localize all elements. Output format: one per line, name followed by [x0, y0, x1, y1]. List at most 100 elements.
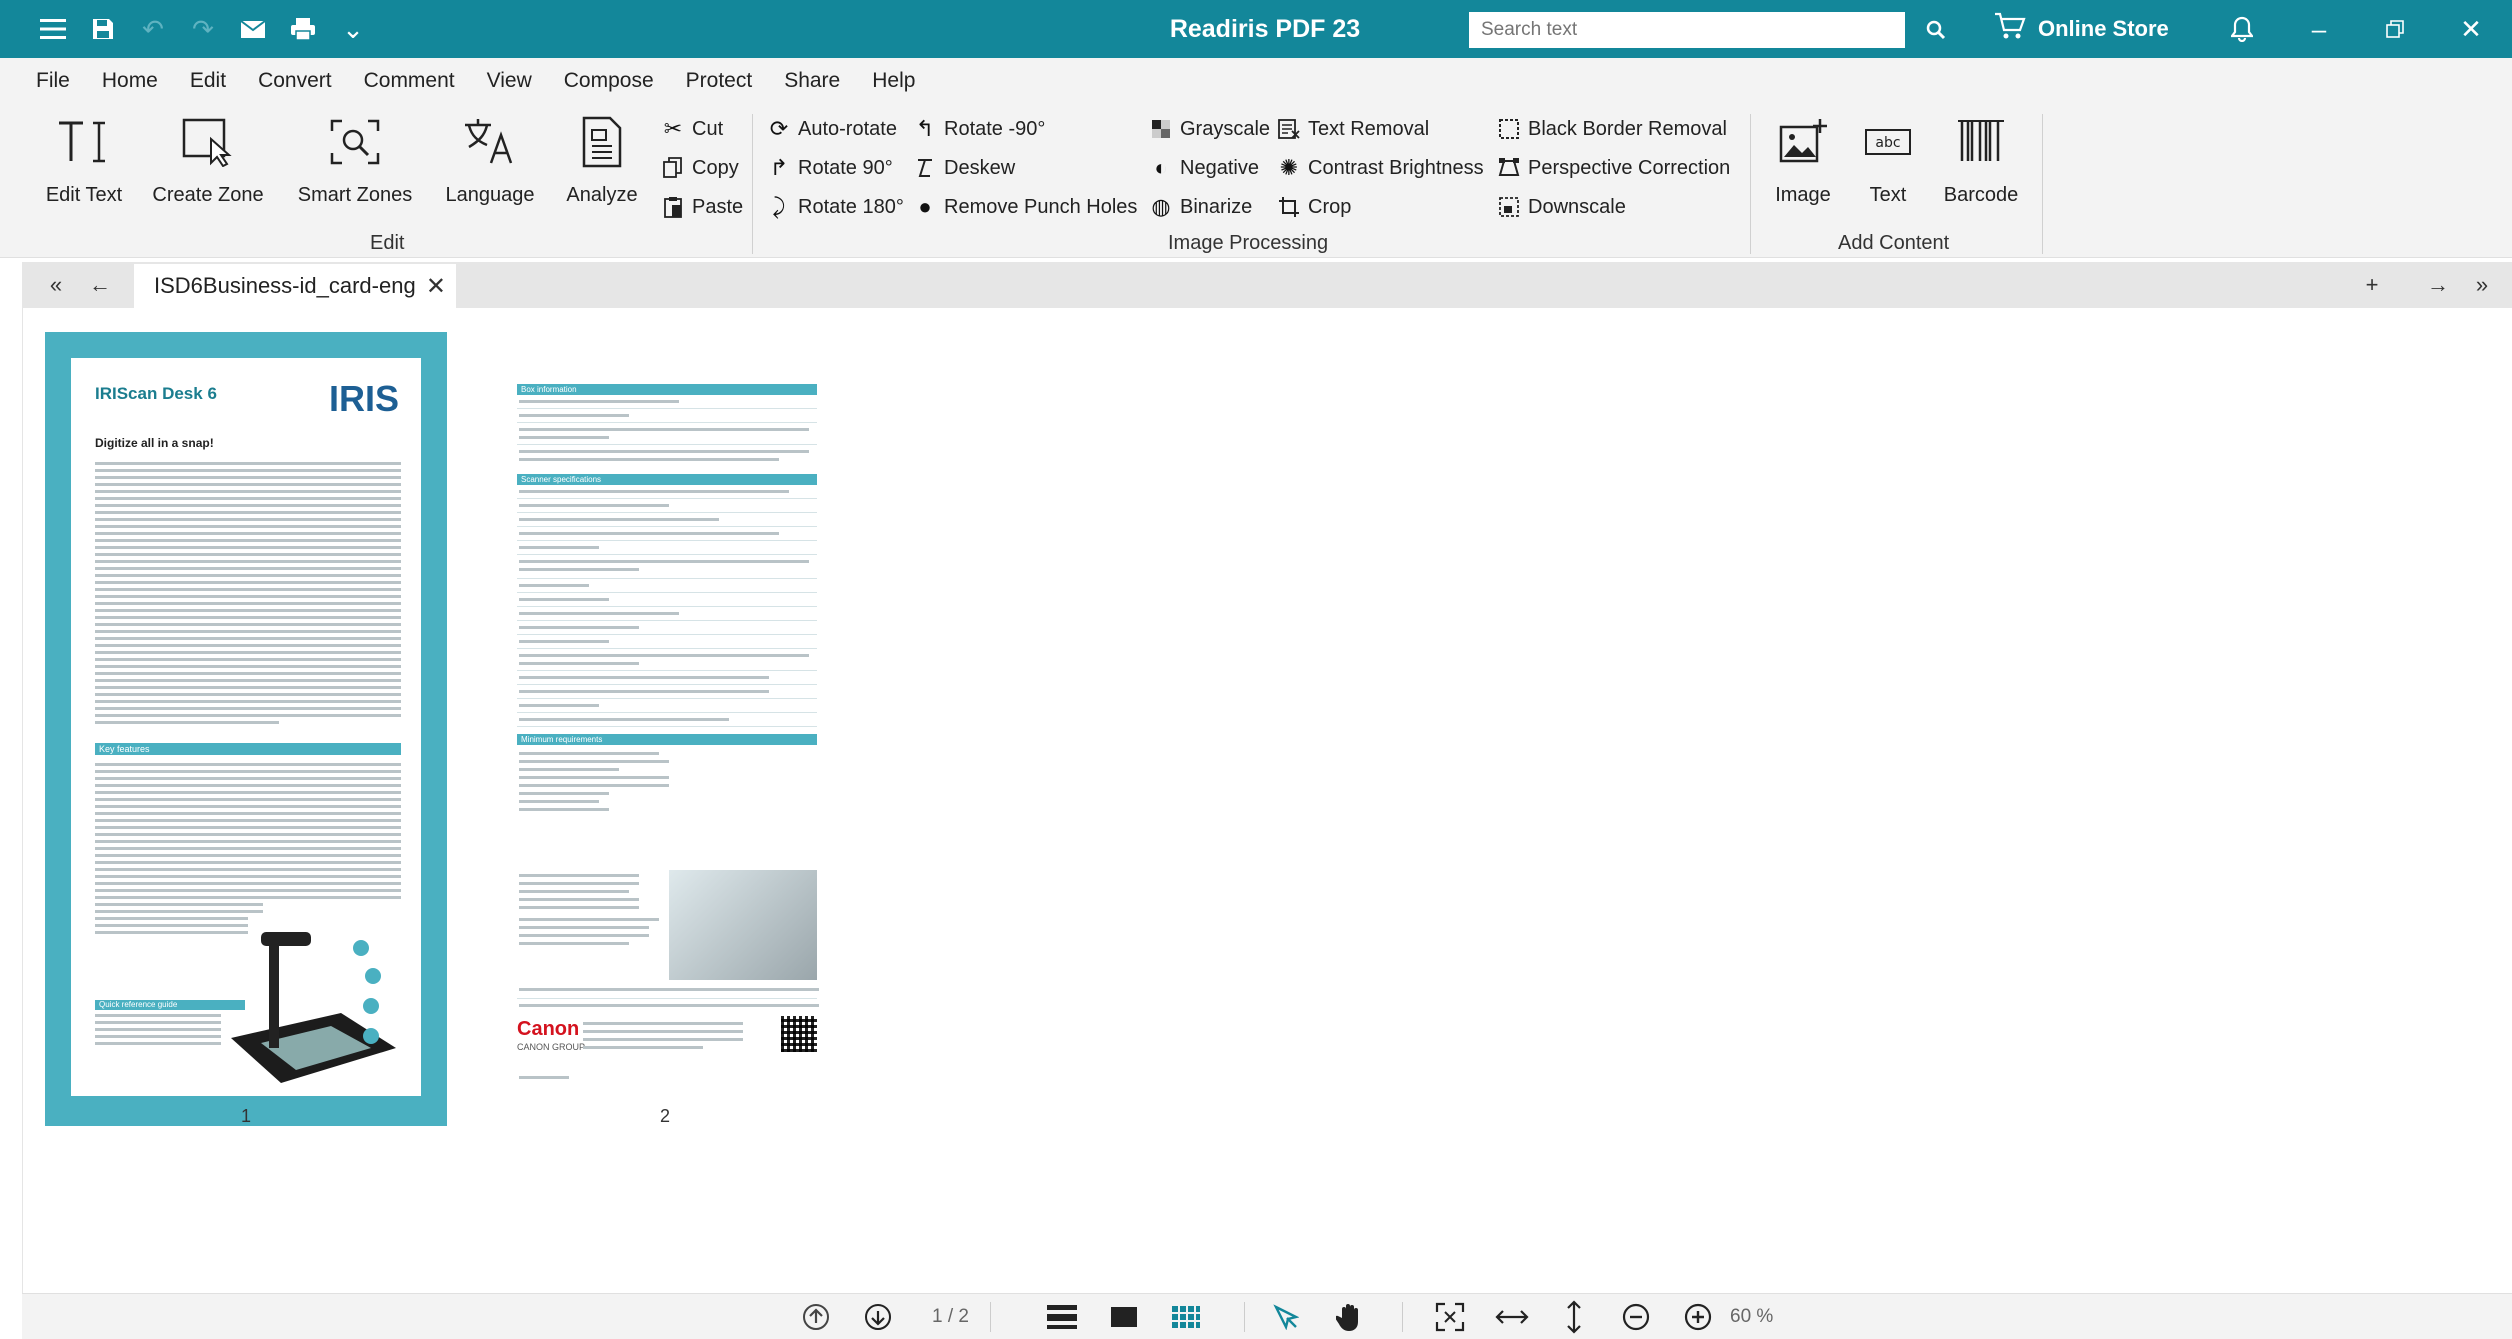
page-indicator[interactable]: 1 / 2 — [932, 1294, 969, 1339]
fit-page-icon[interactable] — [1428, 1294, 1472, 1339]
menu-comment[interactable]: Comment — [364, 69, 455, 93]
downscale-button[interactable]: Downscale — [1496, 190, 1626, 224]
first-tab-icon[interactable]: « — [36, 262, 76, 308]
crop-icon — [1276, 194, 1302, 220]
contrast-icon: ✺ — [1279, 155, 1299, 180]
hamburger-menu-icon[interactable] — [28, 0, 78, 58]
previous-page-icon[interactable] — [794, 1294, 838, 1339]
downscale-label: Downscale — [1528, 195, 1626, 218]
rotate-180-button[interactable]: ⤸ Rotate 180° — [766, 190, 903, 224]
black-border-removal-label: Black Border Removal — [1528, 117, 1727, 140]
text-removal-icon — [1276, 116, 1302, 142]
contrast-brightness-button[interactable]: ✺ Contrast Brightness — [1276, 151, 1484, 185]
next-tab-icon[interactable]: → — [2418, 262, 2458, 308]
language-button[interactable]: Language — [440, 112, 540, 212]
email-icon[interactable] — [228, 0, 278, 58]
language-label: Language — [445, 184, 535, 206]
search-icon[interactable] — [1918, 12, 1954, 48]
smart-zones-label: Smart Zones — [297, 184, 413, 206]
fit-height-icon[interactable] — [1552, 1294, 1596, 1339]
edit-group-label: Edit — [370, 232, 405, 254]
print-icon[interactable] — [278, 0, 328, 58]
continuous-view-icon[interactable] — [1040, 1294, 1084, 1339]
add-image-button[interactable]: Image — [1768, 112, 1838, 212]
next-page-icon[interactable] — [856, 1294, 900, 1339]
redo-icon[interactable]: ↷ — [178, 0, 228, 58]
add-text-button[interactable]: abc Text — [1856, 112, 1920, 212]
ribbon-separator — [2042, 114, 2043, 254]
black-border-removal-button[interactable]: Black Border Removal — [1496, 112, 1727, 146]
select-tool-icon[interactable] — [1264, 1294, 1308, 1339]
create-zone-button[interactable]: Create Zone — [148, 112, 268, 212]
document-tab-bar: « ← ISD6Business-id_card-eng ✕ + → » — [22, 262, 2512, 308]
status-separator — [1244, 1302, 1245, 1332]
analyze-button[interactable]: Analyze — [555, 112, 649, 212]
menu-help[interactable]: Help — [872, 69, 915, 93]
remove-punch-holes-button[interactable]: ● Remove Punch Holes — [912, 190, 1137, 224]
zoom-level[interactable]: 60 % — [1730, 1294, 1773, 1339]
menu-convert[interactable]: Convert — [258, 69, 332, 93]
zoom-in-icon[interactable] — [1676, 1294, 1720, 1339]
add-barcode-button[interactable]: Barcode — [1938, 112, 2024, 212]
restore-icon[interactable] — [2360, 0, 2430, 58]
menu-compose[interactable]: Compose — [564, 69, 654, 93]
perspective-correction-button[interactable]: Perspective Correction — [1496, 151, 1730, 185]
rotate-90-label: Rotate 90° — [798, 156, 893, 179]
document-view[interactable]: IRIScan Desk 6 IRIS Digitize all in a sn… — [22, 308, 2512, 1293]
hand-tool-icon[interactable] — [1328, 1294, 1372, 1339]
status-separator — [1402, 1302, 1403, 1332]
undo-icon[interactable]: ↶ — [128, 0, 178, 58]
scanner-specifications-header: Scanner specifications — [517, 474, 817, 485]
page-thumbnail-1[interactable]: IRIScan Desk 6 IRIS Digitize all in a sn… — [71, 358, 421, 1096]
barcode-icon — [1951, 112, 2011, 172]
previous-tab-icon[interactable]: ← — [80, 262, 120, 308]
page-heading: Digitize all in a snap! — [95, 436, 214, 450]
menu-home[interactable]: Home — [102, 69, 158, 93]
save-icon[interactable] — [78, 0, 128, 58]
page-thumbnail-2[interactable]: Box information Scanner specifications M… — [493, 358, 843, 1096]
rotate-minus-90-button[interactable]: ↰ Rotate -90° — [912, 112, 1046, 146]
copy-button[interactable]: Copy — [660, 151, 739, 185]
grayscale-label: Grayscale — [1180, 117, 1271, 140]
new-tab-icon[interactable]: + — [2352, 262, 2392, 308]
perspective-correction-label: Perspective Correction — [1528, 156, 1731, 179]
menu-view[interactable]: View — [487, 69, 532, 93]
last-tab-icon[interactable]: » — [2462, 262, 2502, 308]
negative-button[interactable]: ◐ Negative — [1148, 151, 1259, 185]
single-page-view-icon[interactable] — [1102, 1294, 1146, 1339]
minimize-icon[interactable]: – — [2284, 0, 2354, 58]
menu-share[interactable]: Share — [784, 69, 840, 93]
binarize-button[interactable]: ◍ Binarize — [1148, 190, 1252, 224]
bell-icon[interactable] — [2222, 0, 2262, 58]
chevron-down-icon[interactable]: ⌄ — [328, 0, 378, 58]
crop-button[interactable]: Crop — [1276, 190, 1351, 224]
fit-width-icon[interactable] — [1490, 1294, 1534, 1339]
online-store-button[interactable]: Online Store — [1994, 0, 2169, 58]
tab-close-icon[interactable]: ✕ — [426, 272, 446, 301]
iriscan-logo: IRIScan Desk 6 — [95, 384, 217, 403]
crop-label: Crop — [1308, 195, 1352, 218]
edit-text-button[interactable]: Edit Text — [30, 112, 138, 212]
rotate-180-icon: ⤸ — [772, 194, 786, 219]
menu-protect[interactable]: Protect — [686, 69, 753, 93]
search-input[interactable] — [1469, 12, 1905, 48]
text-removal-button[interactable]: Text Removal — [1276, 112, 1429, 146]
title-bar: ↶ ↷ ⌄ Readiris PDF 23 Online Store – — [0, 0, 2512, 58]
menu-file[interactable]: File — [36, 69, 70, 93]
edit-text-label: Edit Text — [45, 184, 123, 206]
paste-button[interactable]: Paste — [660, 190, 743, 224]
deskew-button[interactable]: Deskew — [912, 151, 1015, 185]
scanner-illustration — [221, 918, 401, 1088]
menu-edit[interactable]: Edit — [190, 69, 226, 93]
smart-zones-button[interactable]: Smart Zones — [290, 112, 420, 212]
zoom-out-icon[interactable] — [1614, 1294, 1658, 1339]
analyze-icon — [572, 112, 632, 172]
auto-rotate-button[interactable]: ⟳ Auto-rotate — [766, 112, 897, 146]
text-block — [95, 462, 401, 728]
thumbnail-grid-view-icon[interactable] — [1164, 1294, 1208, 1339]
grayscale-button[interactable]: Grayscale — [1148, 112, 1270, 146]
close-icon[interactable]: ✕ — [2436, 0, 2506, 58]
cut-button[interactable]: ✂ Cut — [660, 112, 723, 146]
document-tab[interactable]: ISD6Business-id_card-eng ✕ — [134, 264, 456, 308]
rotate-90-button[interactable]: ↱ Rotate 90° — [766, 151, 893, 185]
